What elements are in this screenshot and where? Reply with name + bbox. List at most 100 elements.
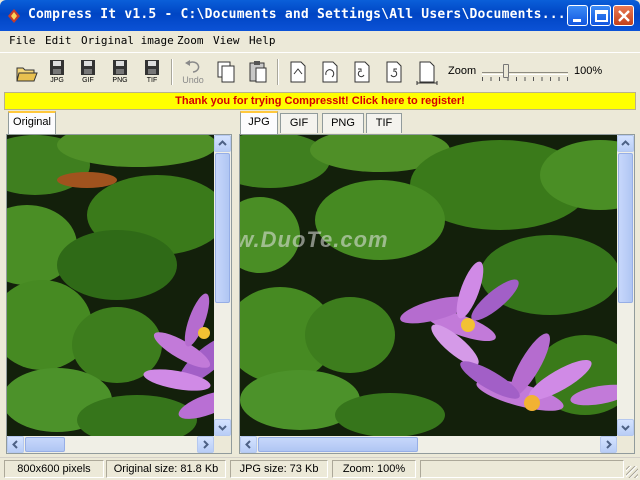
jpg-label: JPG [50,77,64,84]
vertical-scroll-thumb[interactable] [215,153,230,303]
zoom-value: 100% [574,65,603,77]
scroll-down-button[interactable] [617,419,634,436]
chevron-up-icon [218,140,227,146]
scroll-right-button[interactable] [600,436,617,453]
maximize-button[interactable] [590,5,611,26]
menu-help[interactable]: Help [249,34,276,47]
rotate-left-button[interactable] [348,57,376,87]
right-tab-strip: JPG GIF PNG TIF [238,111,634,134]
scroll-up-button[interactable] [617,135,634,152]
title-bar[interactable]: Compress It v1.5 - C:\Documents and Sett… [0,0,640,31]
scroll-corner [214,436,231,453]
minimize-button[interactable] [567,5,588,26]
save-gif-button[interactable]: GIF [74,57,102,87]
horizontal-scroll-thumb[interactable] [25,437,65,452]
scroll-left-button[interactable] [240,436,257,453]
maximize-icon [595,10,608,22]
zoom-slider-thumb[interactable] [503,64,509,78]
zoom-slider-ticks [482,77,568,81]
copy-icon [217,61,235,83]
status-zoom: Zoom: 100% [332,460,416,478]
left-tab-strip: Original [6,111,234,134]
chevron-left-icon [12,440,18,449]
chevron-right-icon [203,440,209,449]
resize-grip[interactable] [626,466,638,478]
close-icon [618,10,630,22]
menu-file[interactable]: File [9,34,36,47]
toolbar-separator [171,59,173,85]
paste-button[interactable] [244,57,272,87]
rotate-button[interactable] [316,57,344,87]
register-banner[interactable]: Thank you for trying CompressIt! Click h… [4,92,636,110]
zoom-slider-track[interactable] [482,72,568,75]
watermark-text: www.DuoTe.com [240,227,389,252]
menu-zoom[interactable]: Zoom [177,34,204,47]
status-jpg-size: JPG size: 73 Kb [230,460,328,478]
tab-png[interactable]: PNG [322,113,364,133]
save-tif-button[interactable]: TIF [138,57,166,87]
floppy-disk-icon [81,60,95,75]
menu-edit[interactable]: Edit [45,34,72,47]
status-dimensions: 800x600 pixels [4,460,104,478]
close-button[interactable] [613,5,634,26]
undo-label: Undo [182,75,204,85]
lily-pad-photo [7,135,214,436]
gif-label: GIF [82,77,94,84]
chevron-down-icon [218,425,227,431]
scroll-corner [617,436,634,453]
floppy-disk-icon [145,60,159,75]
status-empty [420,460,624,478]
floppy-disk-icon [113,60,127,75]
compressed-image: www.DuoTe.com [240,135,617,436]
scroll-down-button[interactable] [214,419,231,436]
left-vertical-scrollbar[interactable] [214,135,231,436]
scroll-up-button[interactable] [214,135,231,152]
window-title: Compress It v1.5 - C:\Documents and Sett… [28,7,563,22]
toolbar-separator [277,59,279,85]
flip-button[interactable] [284,57,312,87]
chevron-left-icon [245,440,251,449]
chevron-right-icon [606,440,612,449]
app-icon [8,9,20,23]
right-horizontal-scrollbar[interactable] [240,436,617,453]
rotate-right-icon [386,61,402,83]
open-button[interactable] [12,57,40,87]
minimize-icon [573,19,581,22]
horizontal-scroll-thumb[interactable] [258,437,418,452]
chevron-up-icon [621,140,630,146]
tab-jpg[interactable]: JPG [240,111,278,134]
zoom-label: Zoom [448,65,477,77]
save-png-button[interactable]: PNG [106,57,134,87]
undo-arrow-icon [185,60,200,73]
copy-button[interactable] [212,57,240,87]
vertical-scroll-thumb[interactable] [618,153,633,303]
crop-button[interactable] [412,57,440,87]
open-folder-icon [16,67,38,82]
compressed-image-panel: www.DuoTe.com [239,134,635,454]
tab-tif[interactable]: TIF [366,113,402,133]
toolbar: JPG GIF PNG TIF Undo Zoom 100% [0,52,640,90]
left-horizontal-scrollbar[interactable] [7,436,214,453]
scroll-left-button[interactable] [7,436,24,453]
menu-original-image[interactable]: Original image [81,34,174,47]
original-image-panel [6,134,232,454]
floppy-disk-icon [50,60,64,75]
save-jpg-button[interactable]: JPG [43,57,71,87]
scroll-right-button[interactable] [197,436,214,453]
rotate-left-icon [354,61,370,83]
rotate-right-button[interactable] [380,57,408,87]
undo-button[interactable]: Undo [179,57,207,87]
original-image [7,135,214,436]
rotate-page-icon [322,61,338,83]
menu-bar: File Edit Original image Zoom View Help [0,31,640,51]
tab-original[interactable]: Original [8,111,56,134]
crop-page-icon [416,61,438,85]
right-vertical-scrollbar[interactable] [617,135,634,436]
paste-clipboard-icon [249,61,267,83]
png-label: PNG [112,77,128,84]
status-original-size: Original size: 81.8 Kb [106,460,226,478]
menu-view[interactable]: View [213,34,240,47]
lily-pad-photo [240,135,617,436]
status-bar: 800x600 pixels Original size: 81.8 Kb JP… [0,457,640,480]
tab-gif[interactable]: GIF [280,113,318,133]
